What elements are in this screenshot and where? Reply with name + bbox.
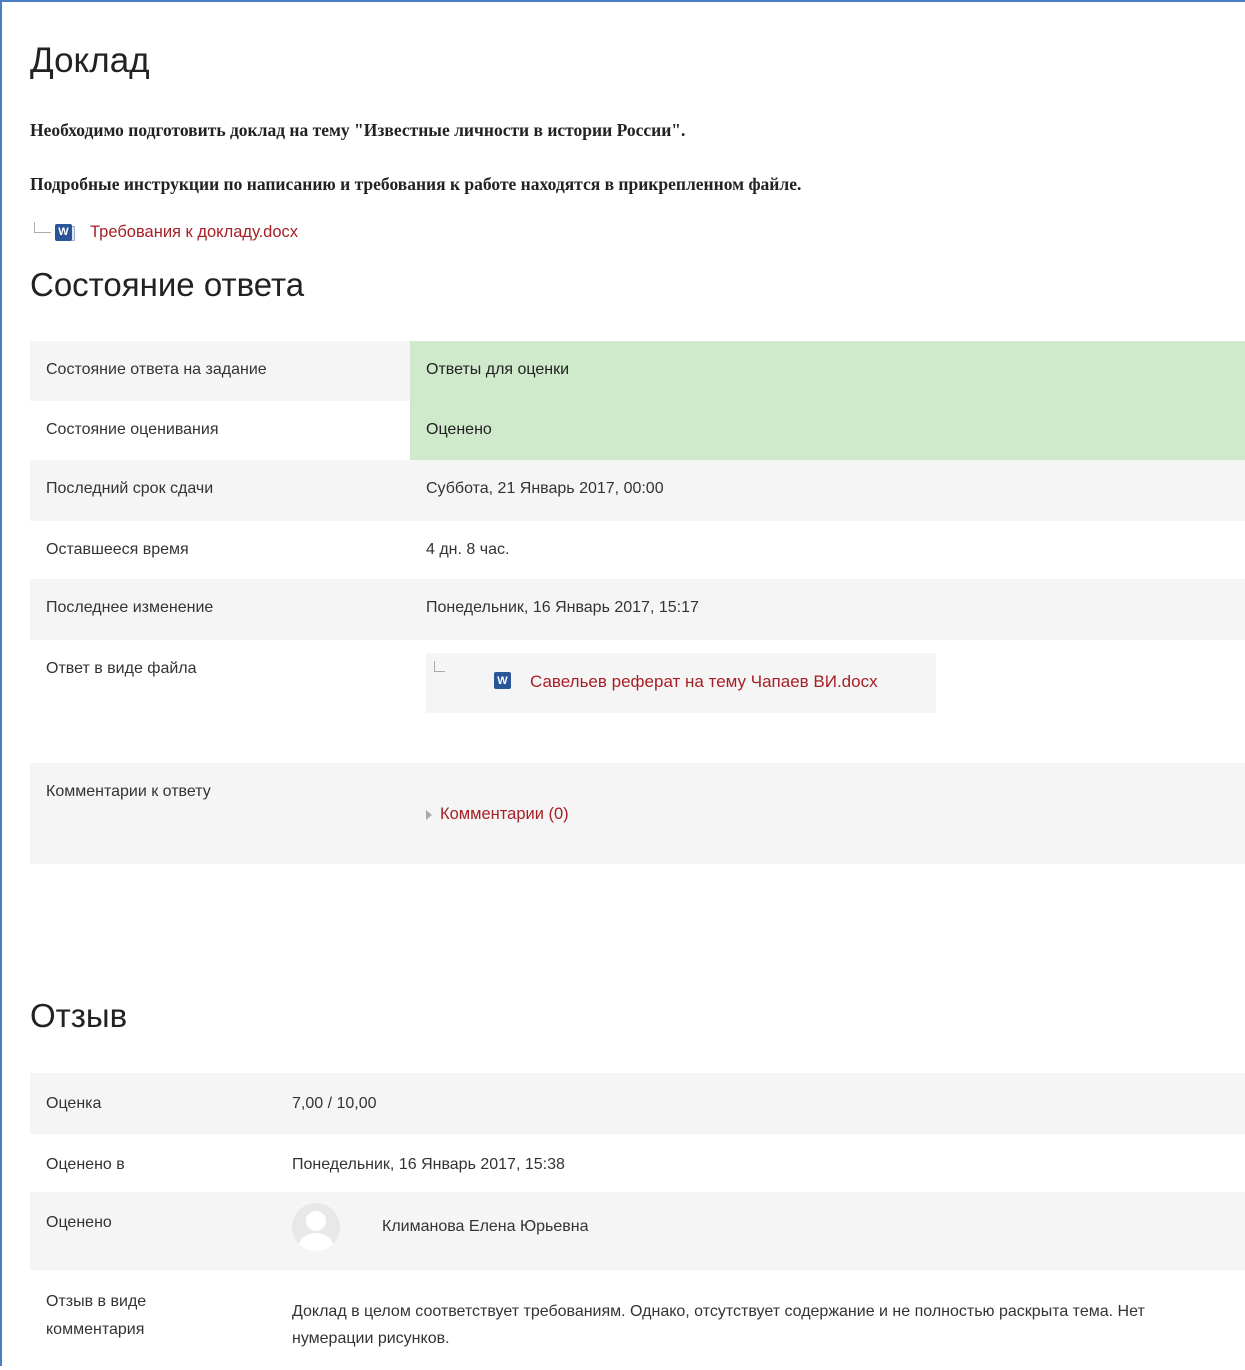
page-title: Доклад [30, 41, 150, 80]
table-row: Ответ в виде файла W Савельев реферат на… [30, 640, 1245, 763]
row-label: Состояние оценивания [46, 421, 219, 438]
submitted-file-link[interactable]: Савельев реферат на тему Чапаев ВИ.docx [530, 672, 878, 692]
row-label: Последнее изменение [30, 579, 410, 640]
avatar[interactable] [292, 1203, 340, 1251]
table-row: Оценено в Понедельник, 16 Январь 2017, 1… [30, 1134, 1245, 1192]
tree-connector [434, 661, 445, 672]
row-label: Оценка [30, 1073, 276, 1134]
file-tree: W Савельев реферат на тему Чапаев ВИ.doc… [426, 653, 936, 713]
row-label: Отзыв в виде комментария [46, 1293, 147, 1338]
graded-on-value: Понедельник, 16 Январь 2017, 15:38 [292, 1156, 565, 1173]
grade-value: 7,00 / 10,00 [276, 1073, 1245, 1134]
submission-status-table: Состояние ответа на задание Ответы для о… [30, 341, 1245, 864]
row-label: Оценено в [46, 1156, 125, 1173]
chevron-right-icon [426, 809, 432, 820]
submission-status-heading: Состояние ответа [30, 266, 305, 303]
file-submission-cell: W Савельев реферат на тему Чапаев ВИ.doc… [410, 640, 1245, 763]
row-label: Последний срок сдачи [30, 460, 410, 521]
feedback-table: Оценка 7,00 / 10,00 Оценено в Понедельни… [30, 1073, 1245, 1370]
table-row: Состояние ответа на задание Ответы для о… [30, 341, 1245, 401]
last-modified-value: Понедельник, 16 Январь 2017, 15:17 [410, 579, 1245, 640]
intro-text-1: Необходимо подготовить доклад на тему "И… [30, 120, 686, 140]
table-row: Состояние оценивания Оценено [30, 401, 1245, 460]
row-label: Оставшееся время [46, 541, 189, 558]
graded-by-cell: Климанова Елена Юрьевна [276, 1192, 1245, 1270]
comments-toggle[interactable]: Комментарии (0) [426, 805, 1229, 824]
intro-text-2: Подробные инструкции по написанию и треб… [30, 174, 802, 194]
row-label: Ответ в виде файла [46, 660, 197, 677]
grading-status-value: Оценено [410, 401, 1245, 460]
feedback-comment-value: Доклад в целом соответствует требованиям… [292, 1303, 1145, 1347]
table-row: Последнее изменение Понедельник, 16 Янва… [30, 579, 1245, 640]
table-row: Оценка 7,00 / 10,00 [30, 1073, 1245, 1134]
feedback-heading: Отзыв [30, 997, 128, 1034]
intro-attachment: W Требования к докладу.docx [34, 219, 298, 245]
row-label: Состояние ответа на задание [30, 341, 410, 401]
table-row: Оценено Климанова Елена Юрьевна [30, 1192, 1245, 1270]
time-remaining-value: 4 дн. 8 час. [426, 541, 510, 558]
grader: Климанова Елена Юрьевна [292, 1203, 1229, 1251]
submission-status-value: Ответы для оценки [410, 341, 1245, 401]
table-row: Отзыв в виде комментария Доклад в целом … [30, 1270, 1245, 1370]
tree-connector [34, 221, 51, 233]
word-doc-icon: W [494, 672, 514, 689]
due-date-value: Суббота, 21 Январь 2017, 00:00 [410, 460, 1245, 521]
table-row: Комментарии к ответу Комментарии (0) [30, 763, 1245, 864]
row-label: Оценено [30, 1192, 276, 1270]
table-row: Последний срок сдачи Суббота, 21 Январь … [30, 460, 1245, 521]
comments-link[interactable]: Комментарии (0) [440, 805, 569, 824]
comments-cell: Комментарии (0) [410, 763, 1245, 864]
word-doc-icon: W [55, 223, 75, 241]
table-row: Оставшееся время 4 дн. 8 час. [30, 521, 1245, 579]
requirements-file-link[interactable]: Требования к докладу.docx [90, 223, 298, 242]
grader-name: Климанова Елена Юрьевна [382, 1218, 589, 1235]
row-label: Комментарии к ответу [30, 763, 410, 864]
